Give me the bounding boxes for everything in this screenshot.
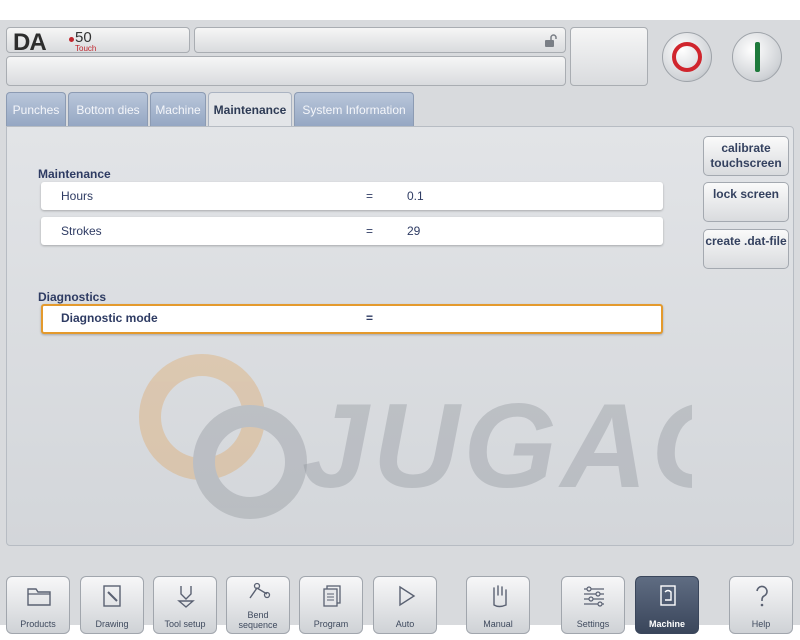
watermark-logo: JUGAO: [139, 354, 692, 519]
create-label: create .dat-file: [705, 234, 787, 248]
maintenance-row-hours[interactable]: Hours = 0.1: [41, 182, 663, 210]
calibrate-touchscreen-button[interactable]: calibrate touchscreen: [703, 136, 789, 176]
logo-main: DA: [13, 29, 47, 56]
status-box: [570, 27, 648, 86]
toolbar-label: Tool setup: [164, 619, 206, 629]
calibrate-label: calibrate touchscreen: [710, 141, 782, 170]
program-title-field[interactable]: [194, 27, 566, 53]
message-bar: [6, 56, 566, 86]
row-label: Hours: [61, 189, 94, 203]
row-equals: =: [366, 224, 374, 238]
tool-setup-button[interactable]: Tool setup: [153, 576, 217, 634]
toolbar-label: Products: [20, 619, 56, 629]
maintenance-row-strokes[interactable]: Strokes = 29: [41, 217, 663, 245]
app-window: DA 50 Touch Punches Bottom dies Machine …: [0, 20, 800, 634]
tab-machine[interactable]: Machine: [150, 92, 206, 126]
toolbar-label: Program: [313, 619, 349, 629]
row-label: Strokes: [61, 224, 102, 238]
row-value: 0.1: [407, 189, 424, 203]
diagnostic-mode-row[interactable]: Diagnostic mode =: [41, 304, 663, 334]
toolbar-label: Auto: [395, 619, 415, 629]
toolbar-label: Machine: [648, 619, 685, 629]
program-icon: [323, 585, 341, 607]
watermark-text: JUGAO: [302, 379, 692, 513]
tab-system-information[interactable]: System Information: [294, 92, 414, 126]
settings-button[interactable]: Settings: [561, 576, 625, 634]
row-label: Diagnostic mode: [61, 311, 158, 325]
maintenance-section-title: Maintenance: [38, 167, 111, 181]
tool-setup-icon: [177, 586, 195, 608]
help-icon: [756, 585, 768, 607]
toolbar-label: Settings: [576, 619, 610, 629]
hand-icon: [493, 585, 507, 608]
settings-icon: [584, 586, 604, 607]
stop-button[interactable]: [662, 32, 712, 82]
bend-sequence-icon: [249, 582, 271, 599]
help-button[interactable]: Help: [729, 576, 793, 634]
toolbar-label: Bend sequence: [238, 610, 278, 630]
start-button[interactable]: [732, 32, 782, 82]
program-button[interactable]: Program: [299, 576, 363, 634]
stop-icon: [672, 42, 702, 72]
toolbar-label: Manual: [483, 619, 513, 629]
row-value: 29: [407, 224, 421, 238]
lock-label: lock screen: [712, 187, 780, 201]
tab-maintenance[interactable]: Maintenance: [208, 92, 292, 128]
tab-bottom-dies[interactable]: Bottom dies: [68, 92, 148, 126]
unlock-icon[interactable]: [543, 34, 557, 48]
play-icon: [399, 585, 416, 607]
start-icon: [755, 42, 760, 72]
bend-sequence-button[interactable]: Bend sequence: [226, 576, 290, 634]
brand-logo: DA 50 Touch: [6, 27, 190, 56]
products-button[interactable]: Products: [6, 576, 70, 634]
logo-dot: [69, 37, 74, 42]
create-dat-file-button[interactable]: create .dat-file: [703, 229, 789, 269]
machine-button[interactable]: Machine: [635, 576, 699, 634]
row-equals: =: [366, 189, 374, 203]
drawing-button[interactable]: Drawing: [80, 576, 144, 634]
drawing-icon: [103, 585, 121, 607]
toolbar-label: Help: [751, 619, 771, 629]
tab-punches[interactable]: Punches: [6, 92, 66, 126]
toolbar-label: Drawing: [95, 619, 129, 629]
bottom-toolbar: Products Drawing Tool setup Bend sequenc…: [0, 550, 800, 640]
folder-icon: [27, 588, 51, 606]
maintenance-panel: JUGAO Maintenance Hours = 0.1 Strokes = …: [6, 126, 794, 546]
row-equals: =: [366, 311, 374, 325]
logo-sub: Touch: [75, 44, 97, 53]
lock-screen-button[interactable]: lock screen: [703, 182, 789, 222]
machine-icon: [660, 585, 676, 606]
auto-button[interactable]: Auto: [373, 576, 437, 634]
diagnostics-section-title: Diagnostics: [38, 290, 107, 304]
manual-button[interactable]: Manual: [466, 576, 530, 634]
